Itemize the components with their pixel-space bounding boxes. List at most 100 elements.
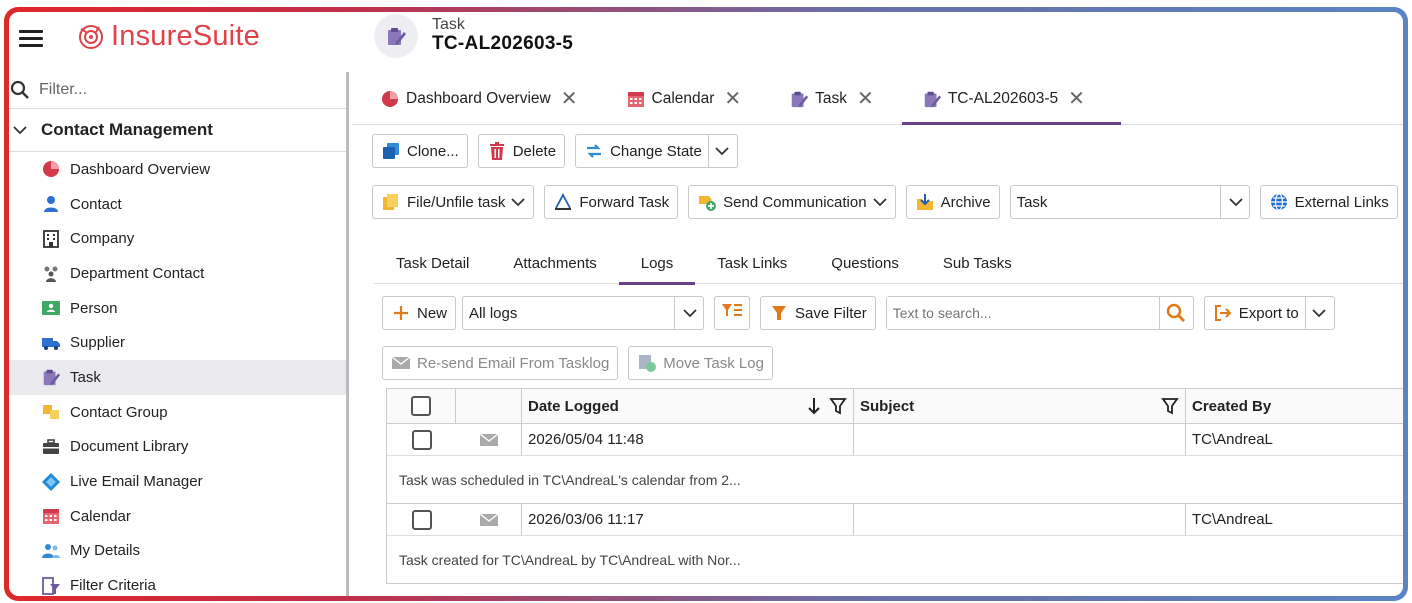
send-communication-button[interactable]: Send Communication [688,185,896,219]
log-filter-select[interactable]: All logs [462,296,705,330]
task-pencil-icon [374,14,418,58]
tab-logs[interactable]: Logs [618,242,696,285]
column-filter-icon[interactable] [829,397,847,415]
chevron-down-icon[interactable] [707,135,729,167]
app-logo: InsureSuite [77,20,260,53]
grid-header: Date Logged Subject Created By [386,388,1403,424]
row-checkbox[interactable] [411,429,432,450]
file-unfile-task-button[interactable]: File/Unfile task [372,185,535,219]
column-header-date-logged[interactable]: Date Logged [522,389,854,423]
sidebar-filter-placeholder: Filter... [39,81,88,98]
search-input[interactable] [886,297,1159,329]
tab-task-detail[interactable]: Task Detail [374,242,491,284]
cell-date-logged: 2026/05/04 11:48 [522,424,854,455]
tab-task[interactable]: Task ✕ [779,74,884,124]
sidebar-item-task[interactable]: Task [9,360,346,395]
sidebar-item-my-details[interactable]: My Details [9,534,346,569]
sidebar-item-live-email-manager[interactable]: Live Email Manager [9,464,346,499]
change-state-icon [584,141,604,161]
export-icon [1213,303,1233,323]
sidebar-item-supplier[interactable]: Supplier [9,325,346,360]
sidebar-item-company[interactable]: Company [9,221,346,256]
tab-task-links[interactable]: Task Links [695,242,809,284]
select-all-cell [387,389,456,423]
sidebar-item-calendar[interactable]: Calendar [9,499,346,534]
save-filter-button[interactable]: Save Filter [760,296,876,330]
log-actions-toolbar: Re-send Email From Tasklog Move Task Log [382,346,773,380]
row-checkbox[interactable] [411,509,432,530]
envelope-icon [456,504,522,535]
building-icon [41,229,61,249]
sidebar-item-contact[interactable]: Contact [9,187,346,222]
record-id: TC-AL202603-5 [432,33,574,54]
clone-button[interactable]: Clone... [372,134,468,168]
select-all-checkbox[interactable] [411,396,431,416]
task-pencil-icon [41,367,61,387]
sort-down-icon[interactable] [807,397,821,415]
tab-dashboard-overview[interactable]: Dashboard Overview ✕ [370,74,588,124]
filter-options-button[interactable] [714,296,751,330]
sidebar: Filter... Contact Management Dashboard O… [9,72,349,596]
sidebar-item-department-contact[interactable]: Department Contact [9,256,346,291]
section-header-contact-management[interactable]: Contact Management [9,109,346,152]
record-type: Task [432,16,465,33]
tab-sub-tasks[interactable]: Sub Tasks [921,242,1034,284]
envelope-icon [391,353,411,373]
tab-attachments[interactable]: Attachments [491,242,618,284]
sidebar-item-dashboard-overview[interactable]: Dashboard Overview [9,152,346,187]
chevron-down-icon [511,198,526,207]
send-communication-icon [697,192,717,212]
filter-criteria-icon [41,576,61,596]
column-header-subject[interactable]: Subject [854,389,1186,423]
tab-questions[interactable]: Questions [809,242,921,284]
sidebar-filter[interactable]: Filter... [9,72,346,109]
row-select-cell [387,504,456,535]
group-icon [41,402,61,422]
column-filter-icon[interactable] [1161,397,1179,415]
export-button[interactable]: Export to [1203,296,1335,330]
forward-task-button[interactable]: Forward Task [544,185,679,219]
delete-button[interactable]: Delete [477,134,566,168]
search-button[interactable] [1158,297,1193,329]
briefcase-icon [41,437,61,457]
close-icon[interactable]: ✕ [1068,89,1085,109]
cell-created-by: TC\AndreaL [1192,511,1273,528]
search-icon [10,80,29,99]
tab-record[interactable]: TC-AL202603-5 ✕ [901,74,1121,125]
change-state-button[interactable]: Change State [575,134,738,168]
external-links-button[interactable]: External Links [1259,185,1398,219]
chevron-down-icon [674,297,697,329]
people-icon [41,263,61,283]
envelope-icon [456,424,522,455]
new-log-button[interactable]: New [382,296,457,330]
trash-icon [487,141,507,161]
sidebar-item-filter-criteria[interactable]: Filter Criteria [9,568,346,596]
column-header-created-by[interactable]: Created By [1186,389,1403,423]
hamburger-menu-icon[interactable] [19,30,43,48]
close-icon[interactable]: ✕ [724,89,741,109]
table-row[interactable]: 2026/03/06 11:17 TC\AndreaL [386,504,1403,536]
archive-button[interactable]: Archive [905,185,1000,219]
email-manager-icon [41,472,61,492]
forward-icon [553,192,573,212]
sidebar-item-contact-group[interactable]: Contact Group [9,395,346,430]
clone-icon [381,141,401,161]
close-icon[interactable]: ✕ [857,89,874,109]
sidebar-item-document-library[interactable]: Document Library [9,430,346,465]
table-row[interactable]: 2026/05/04 11:48 TC\AndreaL [386,424,1403,456]
chevron-down-icon [13,126,27,135]
move-task-log-button[interactable]: Move Task Log [628,346,773,380]
close-icon[interactable]: ✕ [561,89,578,109]
cell-subject [854,504,1186,535]
resend-email-button[interactable]: Re-send Email From Tasklog [382,346,619,380]
id-card-icon [41,298,61,318]
cell-date-logged: 2026/03/06 11:17 [522,504,854,535]
log-search [885,296,1194,330]
chevron-down-icon[interactable] [1304,297,1326,329]
type-select[interactable]: Task [1009,185,1250,219]
file-icon [381,192,401,212]
plus-icon [391,303,411,323]
tab-calendar[interactable]: Calendar ✕ [616,74,752,124]
sidebar-item-person[interactable]: Person [9,291,346,326]
cell-created-by: TC\AndreaL [1192,431,1273,448]
